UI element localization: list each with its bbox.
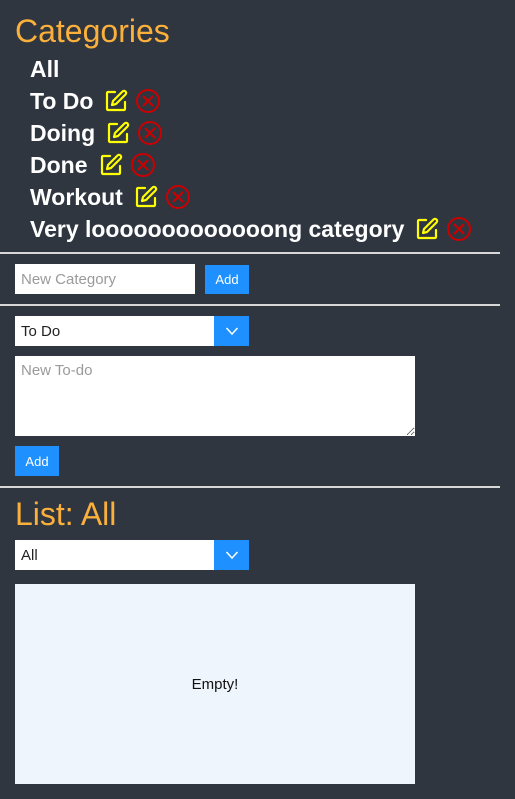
edit-icon[interactable] [105,120,131,146]
select-value: All [21,546,38,564]
delete-circle-x-icon[interactable] [130,152,156,178]
delete-circle-x-icon[interactable] [446,216,472,242]
divider [0,252,500,254]
category-item-all: All [30,53,478,85]
category-label[interactable]: All [30,56,59,83]
category-label[interactable]: To Do [30,88,93,115]
chevron-down-icon [214,540,249,570]
category-item-workout: Workout [30,181,478,213]
delete-circle-x-icon[interactable] [137,120,163,146]
delete-circle-x-icon[interactable] [165,184,191,210]
delete-circle-x-icon[interactable] [135,88,161,114]
add-todo-button[interactable]: Add [15,446,59,476]
new-todo-textarea[interactable] [15,356,415,436]
category-label[interactable]: Workout [30,184,123,211]
select-value: To Do [21,322,61,340]
empty-message: Empty! [191,675,239,693]
category-label[interactable]: Done [30,152,88,179]
category-label[interactable]: Doing [30,120,95,147]
category-item-to-do: To Do [30,85,478,117]
todo-category-select[interactable]: To Do [15,316,249,346]
divider [0,304,500,306]
edit-icon[interactable] [133,184,159,210]
edit-icon[interactable] [414,216,440,242]
edit-icon[interactable] [98,152,124,178]
list-filter-select[interactable]: All [15,540,249,570]
new-category-input[interactable] [15,264,195,294]
chevron-down-icon [214,316,249,346]
list-heading: List: All [15,496,117,532]
category-list: All To Do Doing Done Workout Very looooo… [30,53,478,245]
todo-list-panel: Empty! [15,584,415,784]
category-item-done: Done [30,149,478,181]
todo-app: Categories All To Do Doing Done Workout … [0,0,515,799]
add-category-button[interactable]: Add [205,265,249,294]
category-label[interactable]: Very looooooooooooong category [30,216,404,243]
categories-heading: Categories [15,13,170,49]
category-item-very-long: Very looooooooooooong category [30,213,478,245]
edit-icon[interactable] [103,88,129,114]
category-item-doing: Doing [30,117,478,149]
divider [0,486,500,488]
